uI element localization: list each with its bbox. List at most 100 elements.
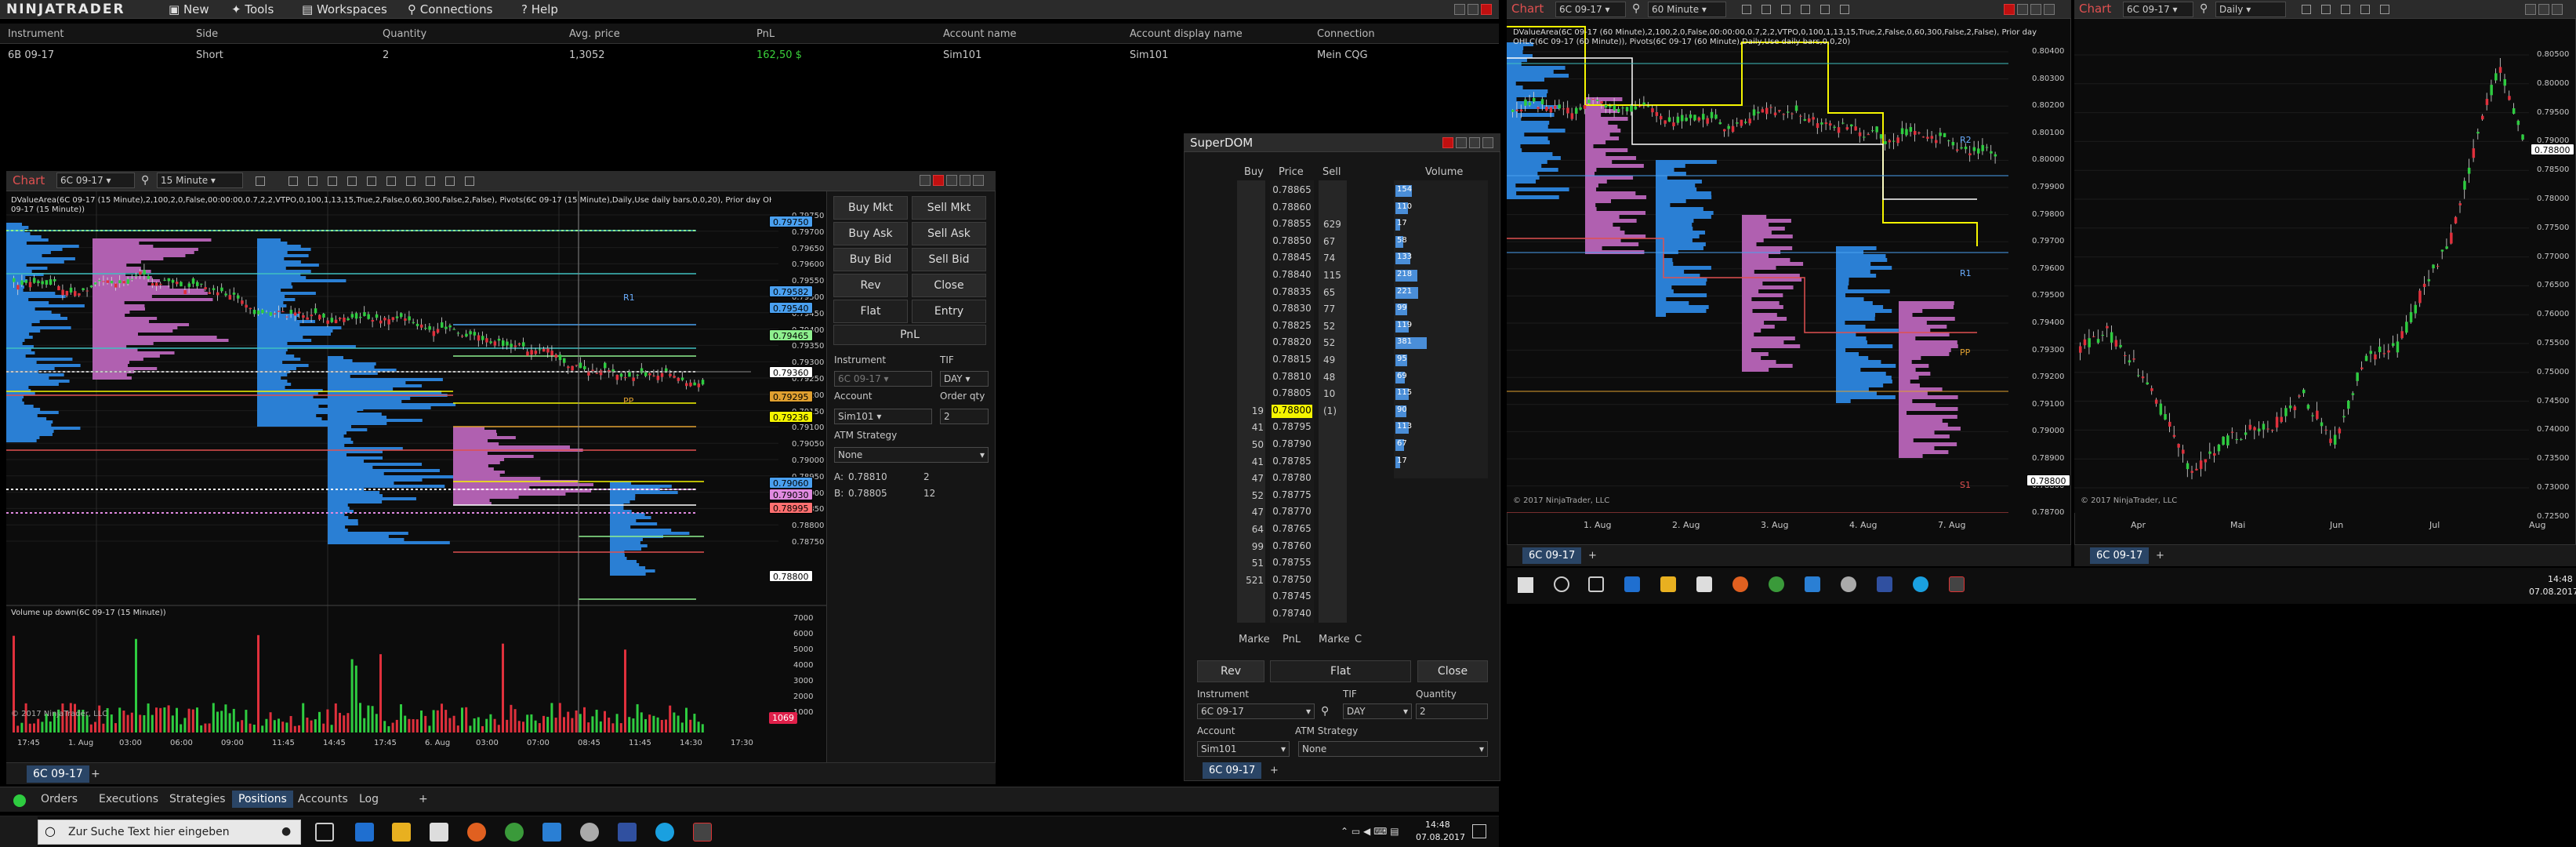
superdom-close-button[interactable] — [1482, 137, 1493, 148]
menu-workspaces[interactable]: ▤ Workspaces — [302, 2, 387, 16]
col-pnl[interactable]: PnL — [756, 28, 775, 40]
chart2-crosshair-icon[interactable] — [1840, 5, 1849, 14]
dom-sell-cell[interactable]: 65 — [1323, 287, 1348, 298]
buy-ask-button[interactable]: Buy Ask — [833, 222, 908, 245]
tools-icon[interactable] — [406, 176, 415, 186]
dom-foot-market-left[interactable]: Marke — [1239, 634, 1270, 645]
tif-select[interactable]: DAY ▾ — [940, 371, 989, 387]
dom-sell-cell[interactable]: 52 — [1323, 337, 1348, 348]
edge-icon[interactable] — [355, 823, 374, 842]
skype-icon[interactable] — [655, 823, 674, 842]
col-quantity[interactable]: Quantity — [383, 28, 426, 40]
chart1-plot[interactable] — [6, 191, 826, 762]
chart3-interval-select[interactable]: Daily ▾ — [2215, 2, 2286, 17]
chart3-maximize-button[interactable] — [2538, 4, 2549, 15]
secondary-teamviewer-icon[interactable] — [1877, 576, 1892, 592]
dom-sell-cell[interactable]: 74 — [1323, 253, 1348, 264]
tab-positions[interactable]: Positions — [232, 791, 293, 808]
dom-buy-cell[interactable]: 52 — [1239, 490, 1264, 501]
chart3-search-icon[interactable]: ⚲ — [2200, 2, 2208, 15]
dom-instrument-select[interactable]: 6C 09-17 ▾ — [1197, 703, 1315, 719]
col-instrument[interactable]: Instrument — [8, 28, 64, 40]
chart2-minimize-button[interactable] — [2017, 4, 2028, 15]
col-avg-price[interactable]: Avg. price — [569, 28, 620, 40]
chart2-zoom-in-icon[interactable] — [1781, 5, 1791, 14]
buy-mkt-button[interactable]: Buy Mkt — [833, 196, 908, 220]
rev-button[interactable]: Rev — [833, 274, 908, 297]
ninjatrader-taskbar-icon[interactable] — [693, 823, 712, 842]
chart3-instrument-select[interactable]: 6C 09-17 ▾ — [2123, 2, 2193, 17]
dom-atm-select[interactable]: None ▾ — [1298, 741, 1488, 757]
chart2-plot[interactable] — [1507, 19, 2008, 513]
close-position-button[interactable]: Close — [912, 274, 986, 297]
dom-buy-cell[interactable]: 19 — [1239, 405, 1264, 416]
dom-sell-cell[interactable]: 10 — [1323, 388, 1348, 399]
col-connection[interactable]: Connection — [1317, 28, 1375, 40]
chart3-add-tab-button[interactable]: + — [2150, 547, 2171, 564]
list-icon[interactable] — [465, 176, 474, 186]
sell-ask-button[interactable]: Sell Ask — [912, 222, 986, 245]
close-button[interactable] — [1481, 4, 1492, 15]
notification-icon[interactable] — [1472, 824, 1486, 838]
dom-search-icon[interactable]: ⚲ — [1321, 705, 1329, 718]
network-app-icon[interactable] — [580, 823, 599, 842]
dom-sell-cell[interactable]: 49 — [1323, 354, 1348, 365]
dom-foot-market-right[interactable]: Marke — [1319, 634, 1350, 645]
dom-quantity-input[interactable]: 2 — [1416, 703, 1488, 719]
menu-connections[interactable]: ⚲ Connections — [408, 2, 492, 16]
dom-buy-cell[interactable]: 64 — [1239, 524, 1264, 535]
dom-buy-cell[interactable]: 47 — [1239, 473, 1264, 484]
tab-accounts[interactable]: Accounts — [292, 791, 354, 808]
tray-icons[interactable]: ⌃ ▭ ◀ ⌨ ▤ — [1341, 826, 1399, 837]
secondary-chrome-icon[interactable] — [1769, 576, 1784, 592]
sell-mkt-button[interactable]: Sell Mkt — [912, 196, 986, 220]
secondary-start-icon[interactable] — [1518, 577, 1533, 593]
chart1-tab[interactable]: 6C 09-17 — [27, 765, 89, 783]
dom-sell-cell[interactable]: 115 — [1323, 270, 1348, 281]
dom-buy-cell[interactable]: 51 — [1239, 558, 1264, 569]
dom-buy-cell[interactable]: 41 — [1239, 422, 1264, 433]
chart3-zoom-in-icon[interactable] — [2341, 5, 2350, 14]
dom-buy-cell[interactable]: 50 — [1239, 439, 1264, 450]
dom-buy-column[interactable] — [1237, 180, 1265, 623]
order-qty-input[interactable]: 2 — [940, 409, 989, 424]
pencil-icon[interactable] — [288, 176, 298, 186]
dom-sell-cell[interactable]: 52 — [1323, 321, 1348, 332]
crosshair-icon[interactable] — [386, 176, 396, 186]
taskbar-search-box[interactable]: ○ Zur Suche Text hier eingeben ● — [38, 820, 301, 845]
chart2-close-button[interactable] — [2044, 4, 2055, 15]
chart3-close-button[interactable] — [2552, 4, 2563, 15]
chart2-bars-icon[interactable] — [1742, 5, 1751, 14]
chart1-add-tab-button[interactable]: + — [85, 765, 107, 783]
menu-new[interactable]: ▣ New — [169, 2, 209, 16]
dom-tif-select[interactable]: DAY ▾ — [1343, 703, 1412, 719]
chart2-zoom-out-icon[interactable] — [1801, 5, 1810, 14]
dom-buy-cell[interactable]: 47 — [1239, 507, 1264, 518]
dom-buy-cell[interactable]: 99 — [1239, 541, 1264, 552]
zoom-in-icon[interactable] — [308, 176, 317, 186]
dom-sell-cell[interactable]: 67 — [1323, 236, 1348, 247]
chart1-minimize-button[interactable] — [920, 175, 931, 186]
add-tab-button[interactable]: + — [412, 791, 434, 808]
secondary-ninjatrader-icon[interactable] — [1949, 576, 1965, 592]
col-account-name[interactable]: Account name — [943, 28, 1017, 40]
dom-buy-cell[interactable]: 521 — [1239, 575, 1264, 586]
chart2-interval-select[interactable]: 60 Minute ▾ — [1648, 2, 1726, 17]
tab-executions[interactable]: Executions — [93, 791, 165, 808]
chart2-tab[interactable]: 6C 09-17 — [1522, 547, 1582, 564]
chart3-bars-icon[interactable] — [2302, 5, 2311, 14]
chart1-maximize-button[interactable] — [960, 175, 971, 186]
dom-sell-cell[interactable]: 48 — [1323, 372, 1348, 383]
grid-icon[interactable] — [347, 176, 357, 186]
firefox-icon[interactable] — [467, 823, 486, 842]
chart1-close-button[interactable] — [973, 175, 984, 186]
chart1-pin-button[interactable] — [933, 175, 944, 186]
superdom-minimize-button[interactable] — [1456, 137, 1467, 148]
atm-select[interactable]: None ▾ — [834, 447, 989, 463]
tab-orders[interactable]: Orders — [34, 791, 84, 808]
dom-buy-cell[interactable]: 41 — [1239, 456, 1264, 467]
col-account-display[interactable]: Account display name — [1130, 28, 1243, 40]
instrument-select[interactable]: 6C 09-17 ▾ — [834, 371, 932, 387]
secondary-store-icon[interactable] — [1696, 576, 1712, 592]
secondary-explorer-icon[interactable] — [1660, 576, 1676, 592]
